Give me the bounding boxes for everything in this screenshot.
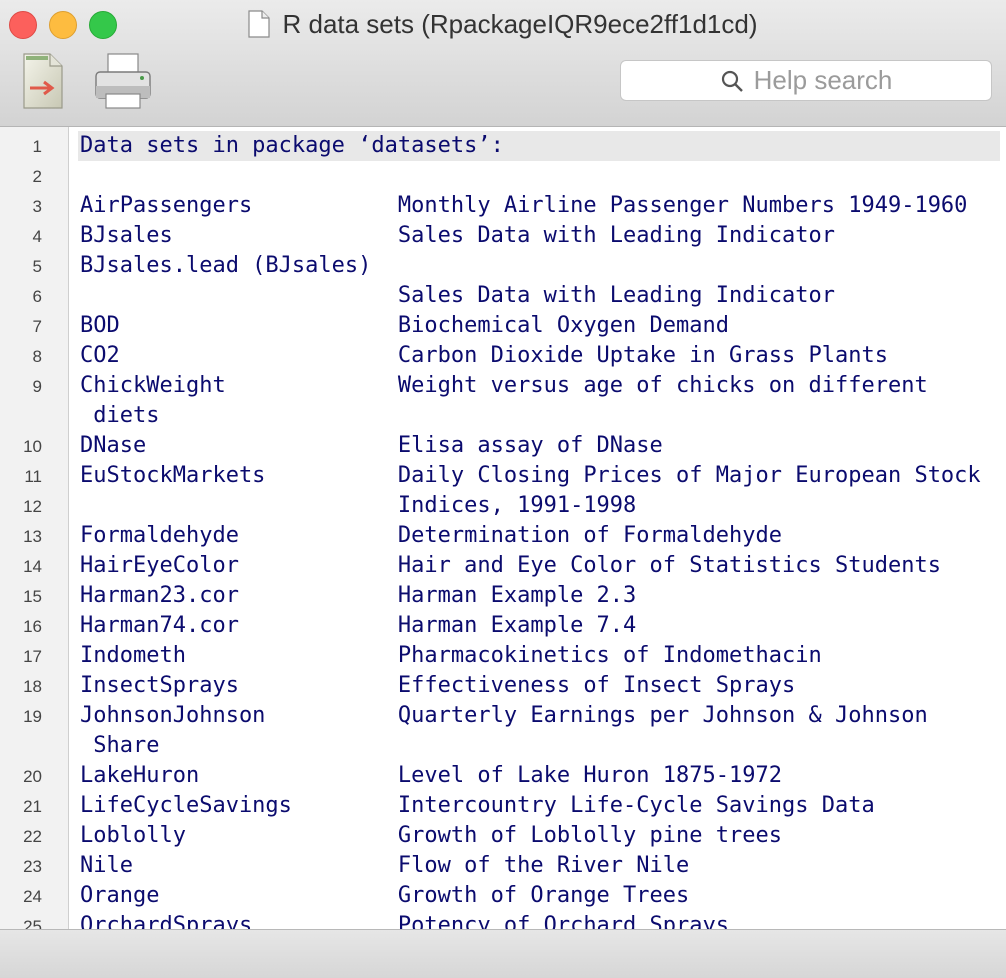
line-text: BJsales.lead (BJsales)	[80, 253, 372, 278]
line-number: 15	[23, 587, 42, 606]
line-number: 11	[24, 467, 42, 486]
r-help-window: R data sets (RpackageIQR9ece2ff1d1cd) He…	[0, 0, 1006, 978]
text-line: 23 Nile Flow of the River Nile	[0, 851, 1006, 881]
line-text: Nile Flow of the River Nile	[80, 853, 690, 878]
line-text: Indometh Pharmacokinetics of Indomethaci…	[80, 643, 822, 668]
text-line: 17 Indometh Pharmacokinetics of Indometha…	[0, 641, 1006, 671]
line-number: 21	[23, 797, 42, 816]
text-line: 7 BOD Biochemical Oxygen Demand	[0, 311, 1006, 341]
text-line: diets	[0, 401, 1006, 431]
text-line: 3 AirPassengers Monthly Airline Passenger…	[0, 191, 1006, 221]
text-line: 22 Loblolly Growth of Loblolly pine trees	[0, 821, 1006, 851]
help-text-view[interactable]: 1 Data sets in package ‘datasets’: 2 3 AirPa…	[0, 127, 1006, 929]
line-number: 7	[32, 317, 42, 336]
status-bar	[0, 929, 1006, 978]
line-number: 9	[32, 377, 42, 396]
text-line: 13 Formaldehyde Determination of Formalde…	[0, 521, 1006, 551]
line-text: Harman23.cor Harman Example 2.3	[80, 583, 637, 608]
line-number: 3	[32, 197, 42, 216]
line-text: Share	[80, 733, 160, 758]
line-text: diets	[80, 403, 160, 428]
line-text: LakeHuron Level of Lake Huron 1875-1972	[80, 763, 782, 788]
text-line: 9 ChickWeight Weight versus age of chicks…	[0, 371, 1006, 401]
text-line: 1 Data sets in package ‘datasets’:	[0, 131, 1006, 161]
line-number: 24	[23, 887, 42, 906]
line-text: Indices, 1991-1998	[80, 493, 637, 518]
line-number: 5	[32, 257, 42, 276]
line-number: 6	[32, 287, 42, 306]
line-text: ChickWeight Weight versus age of chicks …	[80, 373, 928, 398]
line-text: BJsales Sales Data with Leading Indicato…	[80, 223, 835, 248]
text-line: Share	[0, 731, 1006, 761]
line-number: 8	[32, 347, 42, 366]
source-document-button[interactable]	[14, 50, 70, 112]
line-text: Sales Data with Leading Indicator	[80, 283, 835, 308]
line-number: 4	[32, 227, 42, 246]
text-line: 5 BJsales.lead (BJsales)	[0, 251, 1006, 281]
line-number: 16	[23, 617, 42, 636]
printer-icon	[95, 53, 151, 109]
line-number: 18	[23, 677, 42, 696]
text-line: 24 Orange Growth of Orange Trees	[0, 881, 1006, 911]
source-document-icon	[23, 53, 63, 109]
document-icon	[248, 10, 271, 38]
text-line: 2	[0, 161, 1006, 191]
text-line: 15 Harman23.cor Harman Example 2.3	[0, 581, 1006, 611]
text-line: 11 EuStockMarkets Daily Closing Prices of…	[0, 461, 1006, 491]
line-text: EuStockMarkets Daily Closing Prices of M…	[80, 463, 981, 488]
line-text: LifeCycleSavings Intercountry Life-Cycle…	[80, 793, 875, 818]
window-title: R data sets (RpackageIQR9ece2ff1d1cd)	[282, 8, 758, 39]
line-number: 14	[23, 557, 42, 576]
text-lines: 1 Data sets in package ‘datasets’: 2 3 AirPa…	[0, 131, 1006, 929]
line-text: Data sets in package ‘datasets’:	[80, 133, 504, 158]
text-line: 10 DNase Elisa assay of DNase	[0, 431, 1006, 461]
text-line: 14 HairEyeColor Hair and Eye Color of Sta…	[0, 551, 1006, 581]
line-number: 19	[23, 707, 42, 726]
line-number: 25	[23, 917, 42, 929]
help-search-field[interactable]: Help search	[620, 60, 992, 101]
text-line: 8 CO2 Carbon Dioxide Uptake in Grass Plan…	[0, 341, 1006, 371]
text-line: 19 JohnsonJohnson Quarterly Earnings per …	[0, 701, 1006, 731]
line-text: Loblolly Growth of Loblolly pine trees	[80, 823, 782, 848]
line-text: InsectSprays Effectiveness of Insect Spr…	[80, 673, 796, 698]
text-line: 20 LakeHuron Level of Lake Huron 1875-197…	[0, 761, 1006, 791]
text-line: 16 Harman74.cor Harman Example 7.4	[0, 611, 1006, 641]
text-line: 12 Indices, 1991-1998	[0, 491, 1006, 521]
line-text: JohnsonJohnson Quarterly Earnings per Jo…	[80, 703, 928, 728]
print-button[interactable]	[92, 50, 151, 112]
window-title-area: R data sets (RpackageIQR9ece2ff1d1cd)	[0, 6, 1006, 42]
line-number: 20	[23, 767, 42, 786]
text-line: 25 OrchardSprays Potency of Orchard Spray…	[0, 911, 1006, 929]
title-toolbar: R data sets (RpackageIQR9ece2ff1d1cd) He…	[0, 0, 1006, 127]
line-text: BOD Biochemical Oxygen Demand	[80, 313, 730, 338]
line-text: Formaldehyde Determination of Formaldehy…	[80, 523, 782, 548]
line-text: DNase Elisa assay of DNase	[80, 433, 663, 458]
text-line: 4 BJsales Sales Data with Leading Indicat…	[0, 221, 1006, 251]
line-number: 13	[23, 527, 42, 546]
text-line: 18 InsectSprays Effectiveness of Insect S…	[0, 671, 1006, 701]
line-number: 1	[32, 137, 42, 156]
text-line: 6 Sales Data with Leading Indicator	[0, 281, 1006, 311]
line-number: 22	[23, 827, 42, 846]
line-text: CO2 Carbon Dioxide Uptake in Grass Plant…	[80, 343, 888, 368]
line-text: HairEyeColor Hair and Eye Color of Stati…	[80, 553, 941, 578]
line-number: 10	[23, 437, 42, 456]
line-text: AirPassengers Monthly Airline Passenger …	[80, 193, 968, 218]
line-number: 12	[23, 497, 42, 516]
search-icon	[721, 70, 743, 92]
line-number: 23	[23, 857, 42, 876]
line-number: 2	[32, 167, 42, 186]
line-text: Harman74.cor Harman Example 7.4	[80, 613, 637, 638]
line-text: Orange Growth of Orange Trees	[80, 883, 690, 908]
line-number: 17	[23, 647, 42, 666]
text-line: 21 LifeCycleSavings Intercountry Life-Cyc…	[0, 791, 1006, 821]
line-text: OrchardSprays Potency of Orchard Sprays	[80, 913, 730, 929]
search-placeholder: Help search	[753, 65, 893, 95]
